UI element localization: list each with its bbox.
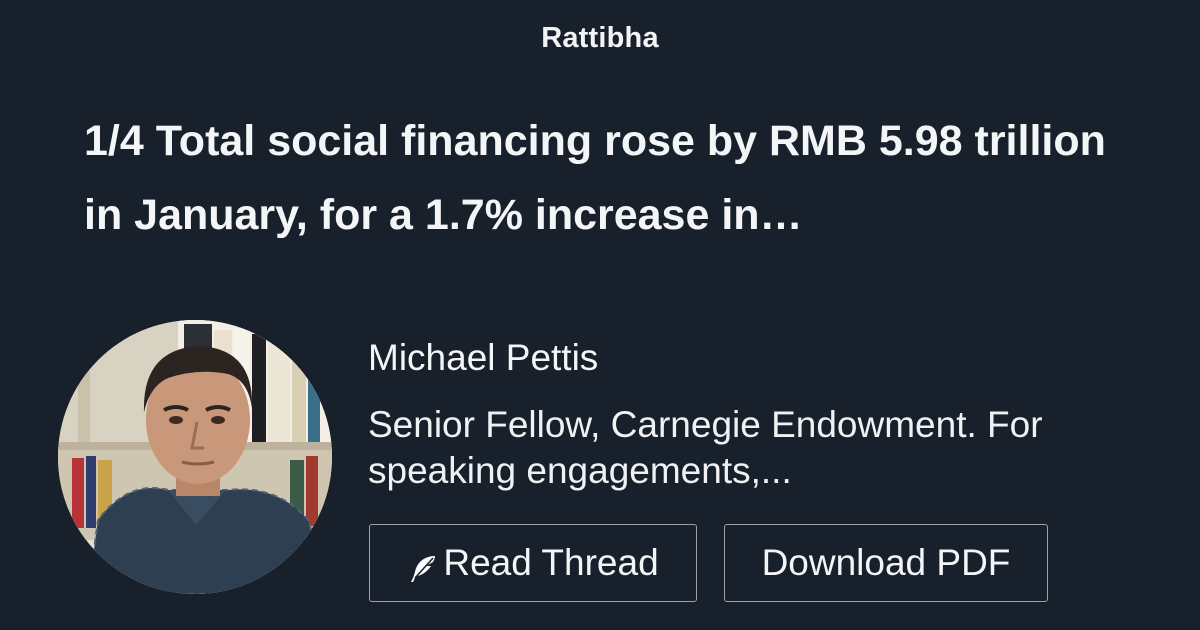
read-thread-button[interactable]: Read Thread <box>369 524 697 602</box>
download-pdf-button[interactable]: Download PDF <box>724 524 1048 602</box>
author-name: Michael Pettis <box>368 337 599 378</box>
read-thread-label: Read Thread <box>443 542 659 583</box>
author-bio: Senior Fellow, Carnegie Endowment. For s… <box>368 404 1043 491</box>
thread-title: 1/4 Total social financing rose by RMB 5… <box>84 117 1106 239</box>
author-portrait-image <box>58 320 332 594</box>
download-pdf-label: Download PDF <box>761 542 1011 583</box>
brand-name: Rattibha <box>541 22 659 54</box>
author-avatar <box>58 320 332 594</box>
feather-icon <box>407 551 439 583</box>
